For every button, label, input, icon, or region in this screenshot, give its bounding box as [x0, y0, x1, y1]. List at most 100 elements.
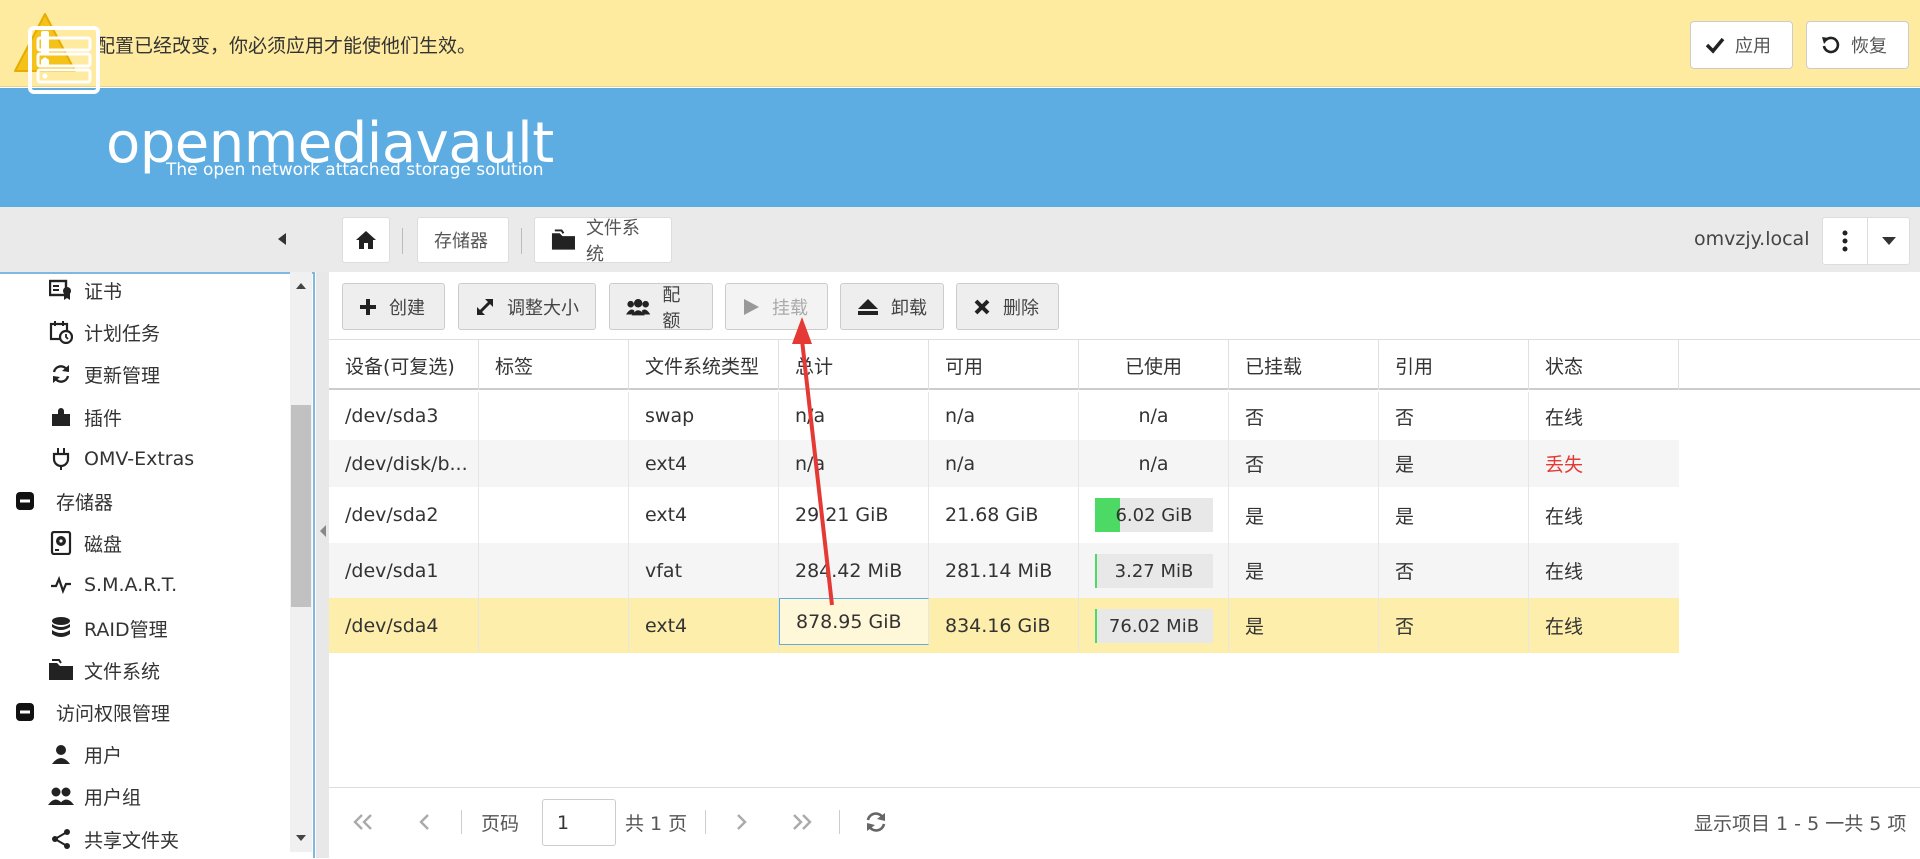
brand-tagline: The open network attached storage soluti… [166, 160, 544, 180]
database-icon [48, 615, 74, 641]
sidebar-item-13[interactable]: 共享文件夹 [48, 819, 179, 859]
table-row[interactable]: /dev/sda1 vfat 284.42 MiB 281.14 MiB 3.27 Mi… [329, 543, 1679, 598]
revert-button[interactable]: 恢复 [1806, 21, 1909, 69]
folder-icon [48, 657, 74, 683]
page-number-input[interactable] [542, 799, 616, 846]
calendar-clock-icon [48, 319, 74, 345]
sidebar-item-label: 用户 [84, 744, 123, 767]
column-header-6[interactable]: 已挂载 [1229, 340, 1379, 390]
revert-label: 恢复 [1851, 36, 1887, 57]
sidebar-item-6[interactable]: 磁盘 [48, 523, 122, 563]
cell-used: 6.02 GiB [1079, 487, 1229, 543]
next-page-icon[interactable] [734, 804, 748, 840]
sidebar-scroll-thumb[interactable] [291, 405, 311, 607]
column-header-4[interactable]: 可用 [929, 340, 1079, 390]
plug-icon [48, 446, 74, 472]
check-icon [1705, 37, 1725, 54]
user-icon [48, 741, 74, 767]
refresh-icon[interactable] [864, 804, 888, 840]
users-icon [626, 298, 651, 315]
sidebar-item-label: 存储器 [56, 491, 114, 514]
sidebar-splitter[interactable] [316, 272, 329, 858]
quota-label: 配额 [662, 284, 681, 332]
hostname: omvzjy.local [1694, 228, 1810, 250]
mount-button[interactable]: 挂载 [725, 283, 828, 330]
header-menu[interactable] [1822, 217, 1910, 265]
sidebar-item-1[interactable]: 计划任务 [48, 312, 160, 352]
scroll-up-icon[interactable] [295, 282, 307, 290]
column-header-5[interactable]: 已使用 [1079, 340, 1229, 390]
column-header-0[interactable]: 设备(可复选) [329, 340, 479, 390]
openmediavault-logo-icon [28, 26, 100, 94]
cell-available: 21.68 GiB [929, 487, 1079, 543]
sidebar-item-7[interactable]: S.M.A.R.T. [48, 565, 177, 605]
cell-total[interactable]: 878.95 GiB [779, 598, 929, 645]
column-header-7[interactable]: 引用 [1379, 340, 1529, 390]
breadcrumb-filesystems[interactable]: 文件系统 [534, 217, 672, 265]
table-row[interactable]: /dev/sda2 ext4 29.21 GiB 21.68 GiB 6.02 GiB 是… [329, 487, 1679, 543]
breadcrumb-separator [521, 228, 522, 254]
cell-mounted: 否 [1229, 440, 1379, 487]
cell-referenced: 是 [1379, 487, 1529, 543]
sidebar-item-label: 插件 [84, 407, 123, 430]
cell-label [479, 392, 629, 440]
sidebar-item-8[interactable]: RAID管理 [48, 608, 168, 648]
first-page-icon[interactable] [352, 804, 374, 840]
column-header-1[interactable]: 标签 [479, 340, 629, 390]
pager-separator [839, 810, 840, 834]
cell-fstype: vfat [629, 543, 779, 598]
delete-button[interactable]: 删除 [956, 283, 1059, 330]
quota-button[interactable]: 配额 [609, 283, 713, 332]
minus-box-icon [12, 699, 38, 725]
usage-bar: 3.27 MiB [1095, 554, 1213, 588]
scroll-down-icon[interactable] [295, 834, 307, 842]
mount-label: 挂载 [772, 297, 808, 319]
sidebar-item-label: 更新管理 [84, 364, 161, 387]
folder-icon [551, 229, 575, 250]
sidebar-item-5[interactable]: 存储器 [12, 481, 113, 521]
page-label: 页码 [481, 812, 520, 835]
breadcrumb-home[interactable] [342, 217, 390, 263]
resize-button[interactable]: 调整大小 [458, 283, 596, 330]
sidebar-item-2[interactable]: 更新管理 [48, 354, 160, 394]
cell-used: 3.27 MiB [1079, 543, 1229, 598]
column-header-2[interactable]: 文件系统类型 [629, 340, 779, 390]
unmount-button[interactable]: 卸载 [840, 283, 944, 330]
eject-icon [858, 298, 878, 315]
table-row[interactable]: /dev/sda3 swap n/a n/a n/a 否否在线 [329, 392, 1679, 440]
sidebar-item-4[interactable]: OMV-Extras [48, 439, 194, 479]
more-vertical-icon[interactable] [1823, 218, 1867, 264]
sidebar-item-10[interactable]: 访问权限管理 [12, 692, 170, 732]
column-header-8[interactable]: 状态 [1529, 340, 1679, 390]
sidebar-item-9[interactable]: 文件系统 [48, 650, 160, 690]
column-header-3[interactable]: 总计 [779, 340, 929, 390]
prev-page-icon[interactable] [418, 804, 432, 840]
cell-fstype: ext4 [629, 440, 779, 487]
sidebar-item-label: 文件系统 [84, 660, 161, 683]
table-row[interactable]: /dev/sda4 ext4 878.95 GiB 834.16 GiB 76.02 M… [329, 598, 1679, 653]
sidebar-item-0[interactable]: 证书 [48, 270, 122, 310]
cell-status: 丢失 [1545, 454, 1584, 476]
cell-status: 在线 [1545, 561, 1584, 583]
create-label: 创建 [389, 297, 425, 319]
sidebar-item-3[interactable]: 插件 [48, 397, 122, 437]
last-page-icon[interactable] [791, 804, 813, 840]
chevron-down-icon[interactable] [1868, 218, 1910, 264]
usage-bar: 6.02 GiB [1095, 498, 1213, 532]
cell-available: n/a [929, 440, 1079, 487]
sidebar-item-11[interactable]: 用户 [48, 734, 122, 774]
pulse-icon [48, 572, 74, 598]
usage-bar-label: 6.02 GiB [1115, 504, 1193, 526]
sidebar-item-12[interactable]: 用户组 [48, 776, 141, 816]
minus-box-icon [12, 488, 38, 514]
cell-status: 在线 [1545, 505, 1584, 528]
table-row[interactable]: /dev/disk/b... ext4 n/a n/a n/a 否是丢失 [329, 440, 1679, 487]
breadcrumb-storage[interactable]: 存储器 [417, 217, 509, 263]
sidebar-item-label: 用户组 [84, 786, 142, 809]
cell-label [479, 598, 629, 653]
collapse-sidebar-icon[interactable] [270, 224, 294, 254]
apply-button[interactable]: 应用 [1690, 21, 1793, 69]
sidebar-item-label: 计划任务 [84, 322, 161, 345]
cell-device: /dev/sda1 [329, 543, 479, 598]
create-button[interactable]: 创建 [342, 283, 445, 330]
